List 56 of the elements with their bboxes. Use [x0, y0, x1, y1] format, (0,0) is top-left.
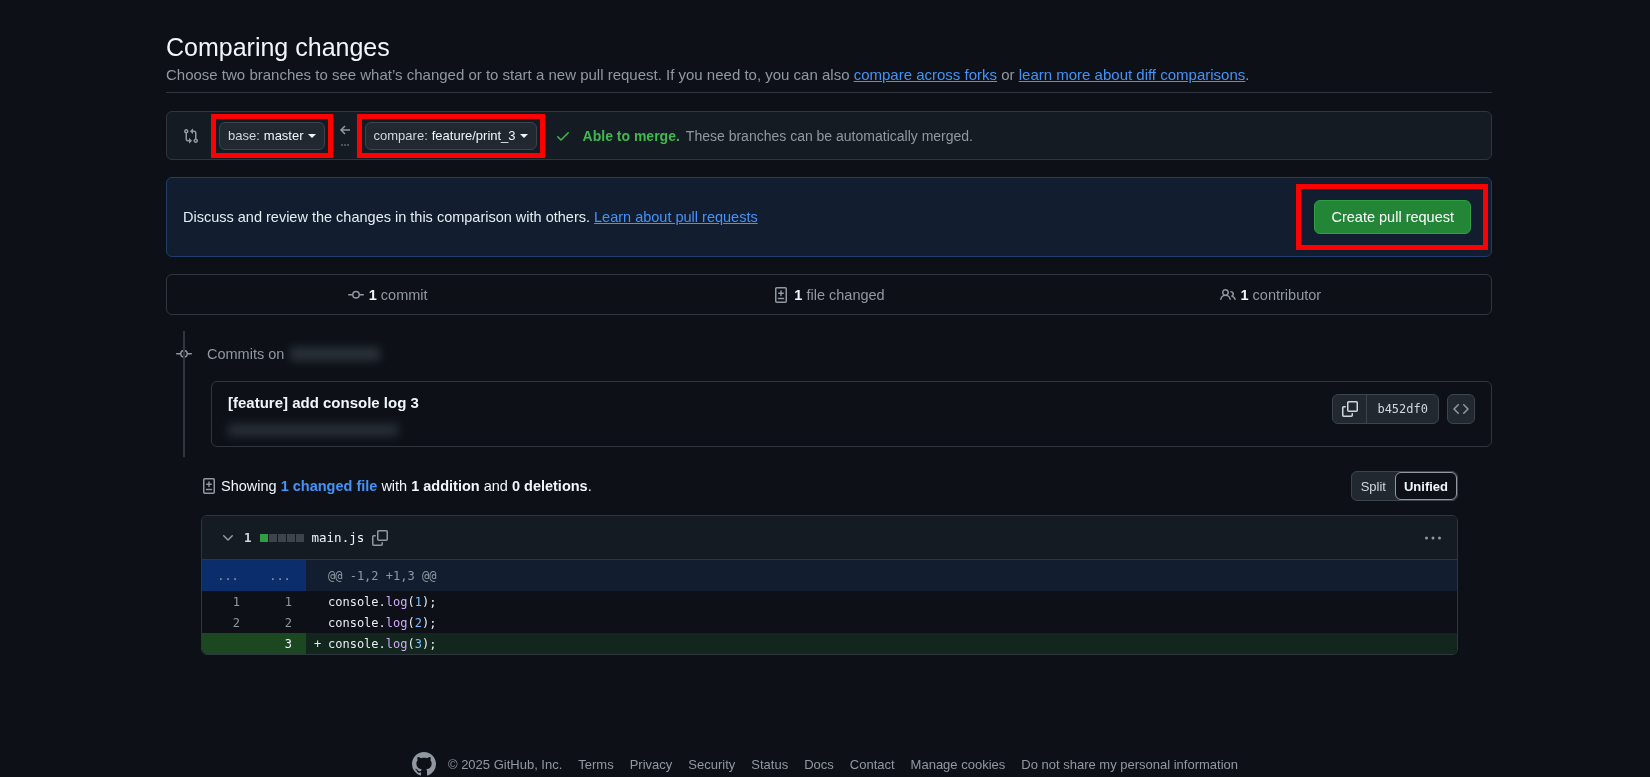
- commit-title[interactable]: [feature] add console log 3: [228, 394, 419, 411]
- page-description: Choose two branches to see what’s changed or to start a new pull request. If you need to, you can also compare across forks or learn more about diff comparisons.: [166, 66, 1250, 83]
- compare-icon: [183, 127, 199, 144]
- arrow-icon: [338, 123, 351, 148]
- browse-code-button[interactable]: [1447, 394, 1475, 424]
- copy-icon: [1341, 401, 1358, 417]
- expand-lines-button[interactable]: ...: [202, 560, 254, 591]
- more-options-button[interactable]: [1425, 535, 1441, 540]
- create-pull-request-button[interactable]: Create pull request: [1314, 200, 1471, 234]
- page-title: Comparing changes: [166, 33, 390, 62]
- diff-summary: Showing 1 changed file with 1 addition and 0 deletions.: [221, 478, 592, 494]
- footer-link[interactable]: Do not share my personal information: [1021, 756, 1239, 772]
- code-icon: [1453, 401, 1469, 417]
- change-count: 1: [244, 530, 252, 545]
- code-line: console.log(2);: [327, 614, 438, 632]
- stat-label[interactable]: 1 file changed: [794, 286, 885, 303]
- expand-lines-button[interactable]: ...: [254, 560, 306, 591]
- people-icon: [1219, 286, 1236, 303]
- copy-button[interactable]: [372, 529, 389, 546]
- footer-link[interactable]: Terms: [578, 756, 614, 772]
- hunk-header: @@ -1,2 +1,3 @@: [327, 567, 438, 585]
- line-number: 2: [283, 614, 293, 632]
- line-number: 1: [231, 593, 241, 611]
- branch-dropdown[interactable]: base: master: [219, 121, 325, 150]
- banner-text: Discuss and review the changes in this comparison with others. Learn about pull requests: [183, 209, 758, 225]
- view-toggle[interactable]: Unified: [1394, 472, 1457, 500]
- link[interactable]: Learn about pull requests: [594, 209, 758, 225]
- stat-label[interactable]: 1 commit: [368, 286, 428, 303]
- line-number: 3: [254, 633, 306, 654]
- file-diff-icon: [201, 478, 217, 494]
- copyright: © 2025 GitHub, Inc.: [447, 756, 563, 772]
- stat-label[interactable]: 1 contributor: [1240, 286, 1322, 303]
- kebab-icon: [1425, 535, 1441, 540]
- footer-link[interactable]: Privacy: [629, 756, 673, 772]
- footer-link[interactable]: Manage cookies: [910, 756, 1006, 772]
- branch-dropdown[interactable]: compare: feature/print_3: [364, 121, 537, 150]
- view-toggle[interactable]: Split: [1351, 472, 1395, 500]
- link[interactable]: compare across forks: [853, 66, 998, 83]
- footer-link[interactable]: Security: [688, 756, 736, 772]
- file-diff-icon: [773, 286, 790, 303]
- commit-sha-link[interactable]: b452df0: [1367, 395, 1438, 423]
- footer-link[interactable]: Status: [751, 756, 789, 772]
- merge-status: Able to merge.: [582, 127, 680, 144]
- link[interactable]: 1 changed file: [280, 478, 378, 494]
- github-logo-icon: [411, 752, 436, 776]
- file-name[interactable]: main.js: [311, 530, 365, 545]
- line-number: 1: [283, 593, 293, 611]
- copy-icon: [372, 529, 389, 546]
- footer-link[interactable]: Contact: [849, 756, 895, 772]
- merge-status-text: These branches can be automatically merged.: [685, 127, 973, 144]
- commits-heading: Commits on: [207, 346, 285, 362]
- code-line: console.log(1);: [327, 593, 438, 611]
- gutter-cell: [202, 633, 254, 654]
- line-number: 2: [231, 614, 241, 632]
- code-line: + console.log(3);: [313, 635, 438, 653]
- footer-link[interactable]: Docs: [804, 756, 834, 772]
